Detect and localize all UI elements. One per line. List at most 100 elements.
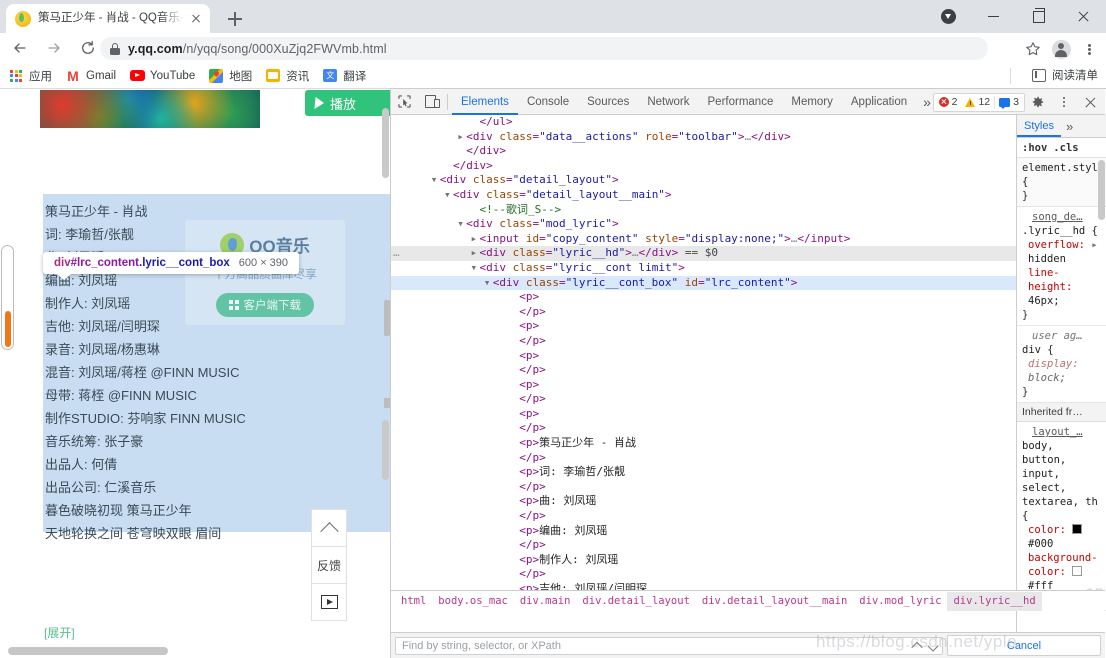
- dom-node-line[interactable]: <div class="detail_layout__main">: [391, 188, 1016, 203]
- bookmark-translate[interactable]: 文 翻译: [322, 68, 366, 84]
- breadcrumb-item[interactable]: div.mod_lyric: [853, 592, 947, 611]
- video-button[interactable]: [311, 583, 347, 621]
- dom-node-line[interactable]: <div class="mod_lyric">: [391, 217, 1016, 232]
- dom-node-line[interactable]: </div>: [391, 159, 1016, 174]
- breadcrumb-item[interactable]: body.os_mac: [432, 592, 514, 611]
- window-close-button[interactable]: [1061, 0, 1106, 33]
- color-swatch[interactable]: [1072, 566, 1083, 576]
- dom-tree[interactable]: </ul> <div class="data__actions" role="t…: [391, 115, 1016, 610]
- dom-node-line[interactable]: </p>: [391, 392, 1016, 407]
- rule-source-link[interactable]: song_de…: [1022, 210, 1101, 224]
- scroll-to-top-button[interactable]: [311, 509, 347, 547]
- dom-node-line[interactable]: </ul>: [391, 115, 1016, 130]
- search-input[interactable]: Find by string, selector, or XPath: [395, 636, 943, 655]
- page-horizontal-scrollbar[interactable]: [8, 647, 168, 655]
- tab-application[interactable]: Application: [842, 89, 916, 115]
- client-download-button[interactable]: 客户端下载: [216, 293, 314, 317]
- dom-node-line[interactable]: </p>: [391, 567, 1016, 582]
- search-cancel-button[interactable]: Cancel: [947, 635, 1101, 656]
- breadcrumb-item[interactable]: div.lyric__hd: [947, 591, 1042, 611]
- css-rule-user-agent-div[interactable]: user ag… div { display: block; }: [1017, 326, 1106, 403]
- bookmark-apps[interactable]: 应用: [8, 68, 52, 84]
- forward-button[interactable]: [40, 34, 68, 62]
- chevron-down-icon[interactable]: [457, 217, 466, 232]
- element-style-rule[interactable]: element.style { }: [1017, 158, 1106, 207]
- issue-counters[interactable]: 2 12 3: [932, 92, 1025, 112]
- dom-node-line[interactable]: </p>: [391, 538, 1016, 553]
- devtools-settings-button[interactable]: [1025, 89, 1051, 115]
- css-property-overflow[interactable]: overflow: hidden: [1022, 238, 1101, 266]
- css-property-display[interactable]: display: block;: [1022, 357, 1101, 385]
- bookmark-gmail[interactable]: M Gmail: [65, 68, 116, 84]
- dom-node-line[interactable]: <div class="lyric__cont limit">: [391, 261, 1016, 276]
- dom-node-line[interactable]: <input id="copy_content" style="display:…: [391, 232, 1016, 247]
- styles-scrollbar[interactable]: [1097, 156, 1106, 636]
- dom-node-line[interactable]: </p>: [391, 451, 1016, 466]
- bookmark-news[interactable]: 资讯: [265, 68, 309, 84]
- dom-node-line[interactable]: <div class="detail_layout">: [391, 173, 1016, 188]
- dom-node-line[interactable]: <div class="lyric__cont_box" id="lrc_con…: [391, 275, 1016, 291]
- node-menu-icon[interactable]: …: [393, 246, 400, 261]
- volume-slider[interactable]: [1, 245, 14, 350]
- css-property-line-height[interactable]: line-height: 46px;: [1022, 266, 1101, 308]
- devtools-close-button[interactable]: [1077, 89, 1103, 115]
- tab-sources[interactable]: Sources: [578, 89, 638, 115]
- profile-button[interactable]: [1048, 36, 1074, 62]
- tab-styles[interactable]: Styles: [1017, 116, 1061, 137]
- dom-node-line[interactable]: </div>: [391, 144, 1016, 159]
- dom-node-line[interactable]: <p>词: 李瑜哲/张靓: [391, 465, 1016, 480]
- property-value[interactable]: 46px;: [1028, 295, 1060, 307]
- dom-node-line[interactable]: </p>: [391, 363, 1016, 378]
- breadcrumb-item[interactable]: div.main: [514, 592, 577, 611]
- dom-node-line[interactable]: <p>: [391, 349, 1016, 364]
- tab-network[interactable]: Network: [638, 89, 698, 115]
- chevron-down-icon[interactable]: [444, 188, 453, 203]
- download-indicator-button[interactable]: [926, 0, 971, 33]
- reading-list-button[interactable]: 阅读清单: [1032, 67, 1098, 83]
- css-rule-inherited-layout[interactable]: layout_… body, button, input, select, te…: [1017, 422, 1106, 611]
- inspect-element-button[interactable]: [391, 89, 417, 115]
- cls-toggle[interactable]: .cls: [1053, 142, 1078, 154]
- dom-node-line[interactable]: </p>: [391, 421, 1016, 436]
- dom-node-line[interactable]: <p>曲: 刘凤瑶: [391, 494, 1016, 509]
- maximize-button[interactable]: [1016, 0, 1061, 33]
- dom-node-line[interactable]: </p>: [391, 509, 1016, 524]
- tab-memory[interactable]: Memory: [782, 89, 842, 115]
- dom-node-line[interactable]: <div class="data__actions" role="toolbar…: [391, 130, 1016, 145]
- color-swatch[interactable]: [1072, 524, 1083, 534]
- css-property-background-color[interactable]: background-color: #fff: [1022, 551, 1101, 593]
- message-counter[interactable]: 3: [995, 96, 1023, 109]
- dom-node-line[interactable]: </p>: [391, 334, 1016, 349]
- css-rule-lyric-hd[interactable]: song_de… .lyric__hd { overflow: hidden l…: [1017, 207, 1106, 326]
- tab-console[interactable]: Console: [518, 89, 578, 115]
- dom-node-line[interactable]: </p>: [391, 305, 1016, 320]
- dom-node-line[interactable]: <p>: [391, 378, 1016, 393]
- tab-elements[interactable]: Elements: [452, 89, 518, 115]
- page-scrollbar-thumb[interactable]: [382, 108, 389, 178]
- dom-node-line[interactable]: </p>: [391, 480, 1016, 495]
- expand-lyrics-link[interactable]: [展开]: [44, 624, 75, 641]
- browser-tab[interactable]: 策马正少年 - 肖战 - QQ音乐-千…: [6, 4, 210, 33]
- styles-overflow-button[interactable]: »: [1061, 119, 1078, 134]
- chevron-down-icon[interactable]: [431, 173, 440, 188]
- tab-close-icon[interactable]: [188, 11, 204, 27]
- dom-node-line[interactable]: <!--歌词_S-->: [391, 203, 1016, 218]
- dom-node-line[interactable]: … <div class="lyric__hd">…</div> == $0: [391, 246, 1016, 261]
- breadcrumb-item[interactable]: div.detail_layout__main: [696, 592, 853, 611]
- feedback-button[interactable]: 反馈: [311, 546, 347, 584]
- search-prev-button[interactable]: [909, 637, 925, 655]
- dom-node-line[interactable]: <p>: [391, 319, 1016, 334]
- play-button[interactable]: 播放: [305, 90, 390, 116]
- chevron-down-icon[interactable]: [484, 276, 493, 291]
- breadcrumb-item[interactable]: div.detail_layout: [576, 592, 695, 611]
- dom-node-line[interactable]: <p>策马正少年 - 肖战: [391, 436, 1016, 451]
- back-button[interactable]: [6, 34, 34, 62]
- new-tab-button[interactable]: [222, 6, 248, 32]
- bookmark-youtube[interactable]: YouTube: [129, 68, 195, 84]
- tab-performance[interactable]: Performance: [699, 89, 783, 115]
- reload-button[interactable]: [74, 34, 102, 62]
- dom-node-line[interactable]: <p>: [391, 407, 1016, 422]
- css-property-color[interactable]: color: #000: [1022, 523, 1101, 551]
- devtools-menu-button[interactable]: [1051, 89, 1077, 115]
- warning-counter[interactable]: 12: [961, 96, 994, 108]
